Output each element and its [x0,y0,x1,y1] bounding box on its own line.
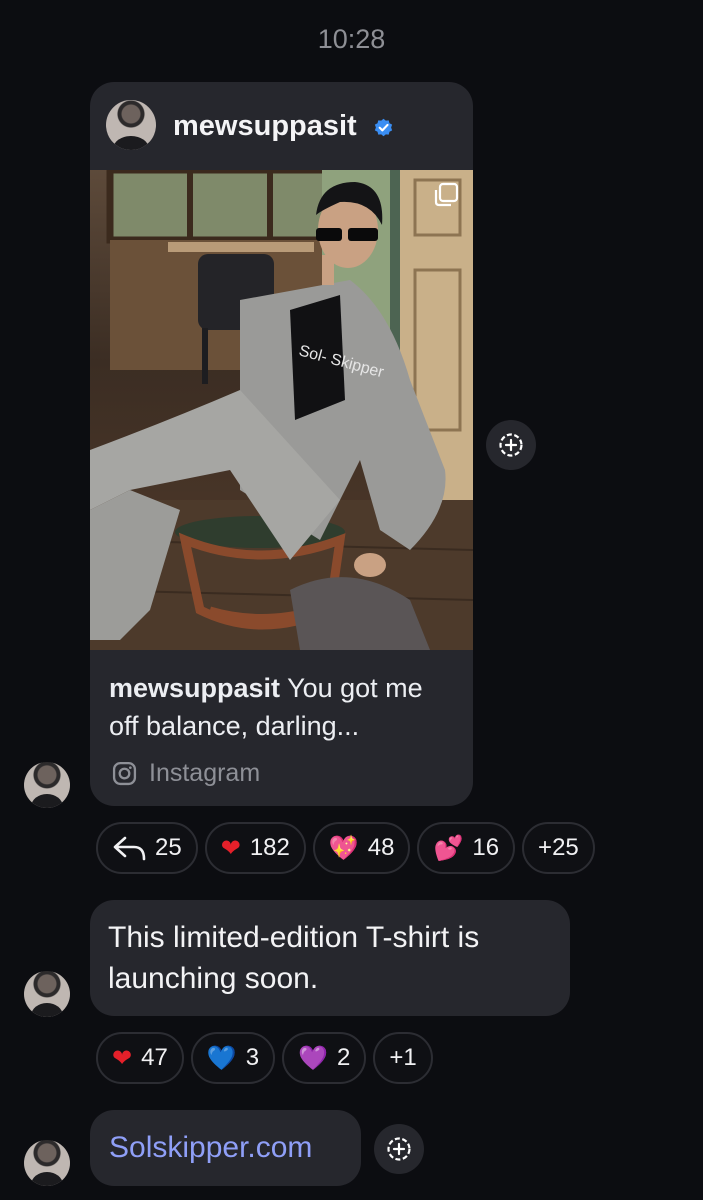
post-author-name[interactable]: mewsuppasit [173,110,357,143]
reaction-count: 2 [336,1044,351,1071]
reaction-count: 16 [472,834,500,861]
reaction-count: 3 [245,1044,260,1071]
reaction-count: 47 [141,1044,168,1071]
forward-icon [387,1137,411,1161]
post-photo-illustration: Sol- Skipper [90,170,473,650]
more-reactions-count: +1 [389,1044,417,1071]
red-heart-icon: ❤ [112,1044,133,1072]
link-message-bubble[interactable]: Solskipper.com [90,1110,361,1186]
reply-count: 25 [155,834,182,861]
reaction-red-heart[interactable]: ❤ 182 [204,822,306,874]
reaction-purple-heart[interactable]: 💜 2 [282,1032,367,1084]
forward-link-button[interactable] [374,1124,424,1174]
reaction-sparkling-heart[interactable]: 💖 48 [312,822,411,874]
post-author-avatar[interactable] [106,100,156,150]
reaction-count: 48 [367,834,395,861]
forward-post-button[interactable] [486,420,536,470]
post-photo[interactable]: Sol- Skipper [90,170,473,650]
red-heart-icon: ❤ [220,834,241,862]
sender-avatar[interactable] [24,762,70,808]
post-header[interactable]: mewsuppasit [90,82,473,170]
reaction-red-heart[interactable]: ❤ 47 [96,1032,184,1084]
chat-screen: 10:28 mewsuppasit Sol- Skipper mewsuppas… [0,0,703,1200]
more-reactions-count: +25 [538,834,579,861]
carousel-multiple-icon [434,182,459,207]
blue-heart-icon: 💙 [206,1044,237,1072]
message-bubble[interactable]: This limited-edition T-shirt is launchin… [90,900,570,1016]
post-source: Instagram [112,758,260,788]
post-reactions: 25 ❤ 182 💖 48 💕 16 +25 [96,822,595,874]
website-link[interactable]: Solskipper.com [109,1131,312,1164]
sender-avatar[interactable] [24,1140,70,1186]
message-timestamp: 10:28 [317,24,386,54]
sender-avatar[interactable] [24,971,70,1017]
message-reactions: ❤ 47 💙 3 💜 2 +1 [96,1032,433,1084]
post-source-label: Instagram [149,758,261,787]
message-text: This limited-edition T-shirt is launchin… [108,921,480,995]
two-hearts-icon: 💕 [433,834,464,862]
reaction-count: 182 [249,834,290,861]
post-caption: mewsuppasit You got me off balance, darl… [109,669,459,745]
instagram-icon [112,761,137,785]
reply-count-chip[interactable]: 25 [96,822,198,874]
caption-author: mewsuppasit [109,673,281,703]
purple-heart-icon: 💜 [298,1044,328,1072]
reply-icon [113,836,146,861]
verified-badge-icon [374,118,393,137]
reaction-blue-heart[interactable]: 💙 3 [190,1032,276,1084]
shared-post-card[interactable]: mewsuppasit Sol- Skipper mewsuppasit You… [90,82,473,806]
more-reactions-chip[interactable]: +25 [522,822,595,874]
sparkling-heart-icon: 💖 [328,834,359,862]
more-reactions-chip[interactable]: +1 [373,1032,433,1084]
forward-icon [499,433,523,457]
reaction-two-hearts[interactable]: 💕 16 [417,822,516,874]
